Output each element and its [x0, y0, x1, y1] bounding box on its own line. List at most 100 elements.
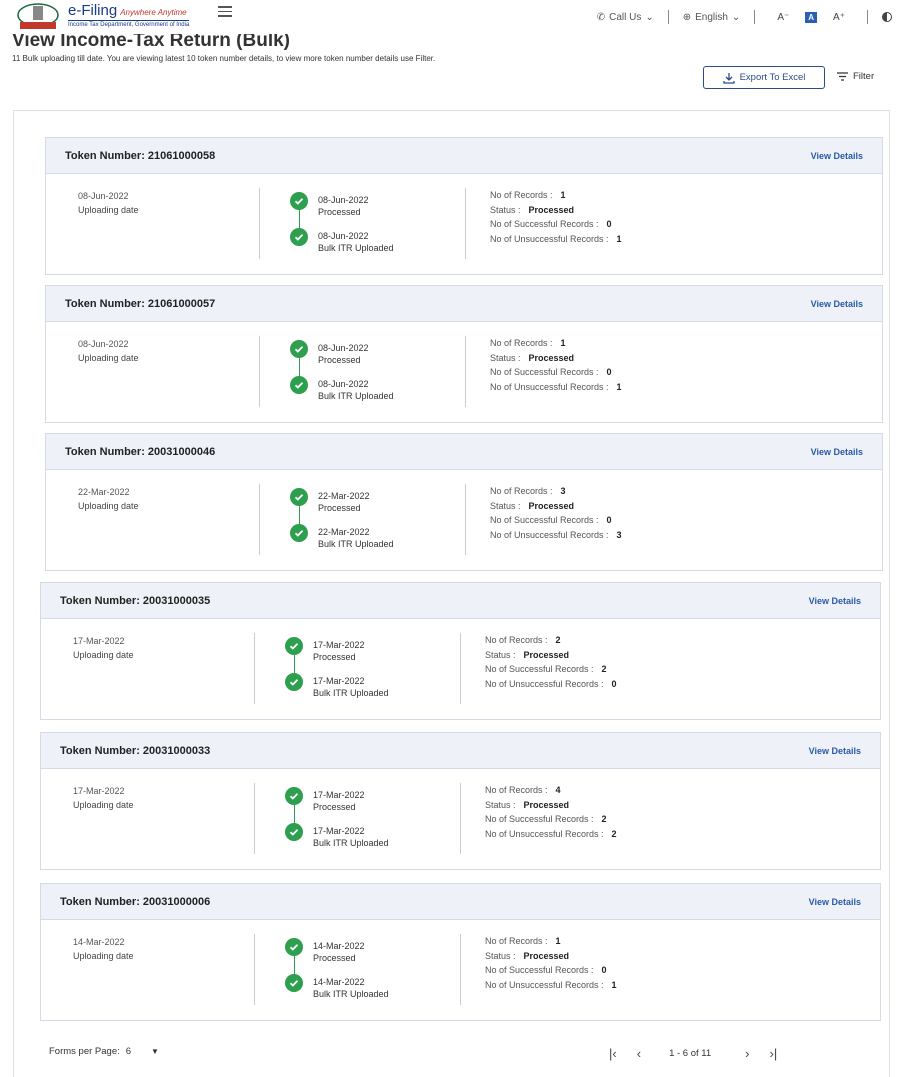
processed-label: Processed [313, 651, 365, 663]
export-label: Export To Excel [740, 72, 806, 83]
records-label: No of Records : [485, 635, 548, 645]
upload-date: 22-Mar-2022 [78, 485, 139, 499]
uploaded-label: Bulk ITR Uploaded [313, 988, 389, 1000]
uploaded-date: 17-Mar-2022 [313, 675, 389, 687]
token-card-body: 17-Mar-2022 Uploading date 17-Mar-2022 P… [41, 619, 880, 719]
check-circle-icon [285, 637, 303, 655]
call-us-label: Call Us [609, 12, 641, 23]
status-value: Processed [524, 800, 570, 810]
download-icon [723, 72, 735, 84]
prev-page-icon[interactable]: ‹ [637, 1046, 641, 1061]
records-label: No of Records : [490, 338, 553, 348]
successful-value: 0 [607, 515, 612, 525]
unsuccessful-value: 2 [612, 829, 617, 839]
status-value: Processed [529, 353, 575, 363]
check-circle-icon [290, 376, 308, 394]
brand-name: e-Filing [68, 2, 117, 19]
processed-date: 14-Mar-2022 [313, 940, 365, 952]
language-label: English [695, 12, 728, 23]
filter-button[interactable]: Filter [837, 71, 874, 82]
uploaded-label: Bulk ITR Uploaded [313, 687, 389, 699]
status-value: Processed [529, 205, 575, 215]
export-to-excel-button[interactable]: Export To Excel [703, 66, 825, 89]
check-circle-icon [290, 340, 308, 358]
view-details-link[interactable]: View Details [809, 897, 861, 907]
filter-icon [837, 72, 848, 81]
unsuccessful-label: No of Unsuccessful Records : [490, 382, 609, 392]
token-card: Token Number: 20031000035 View Details 1… [40, 582, 881, 720]
unsuccessful-value: 1 [617, 234, 622, 244]
successful-value: 2 [602, 664, 607, 674]
divider [754, 10, 755, 24]
token-card: Token Number: 20031000006 View Details 1… [40, 883, 881, 1021]
processed-date: 17-Mar-2022 [313, 639, 365, 651]
successful-value: 0 [607, 367, 612, 377]
token-card-header: Token Number: 21061000058 View Details [46, 138, 882, 174]
view-details-link[interactable]: View Details [811, 447, 863, 457]
view-details-link[interactable]: View Details [809, 596, 861, 606]
view-details-link[interactable]: View Details [809, 746, 861, 756]
processed-label: Processed [313, 801, 365, 813]
records-label: No of Records : [490, 190, 553, 200]
font-normal-button[interactable]: A [805, 12, 817, 23]
upload-date: 08-Jun-2022 [78, 189, 139, 203]
token-card-body: 22-Mar-2022 Uploading date 22-Mar-2022 P… [46, 470, 882, 570]
status-value: Processed [524, 650, 570, 660]
divider [259, 484, 260, 555]
divider [254, 934, 255, 1005]
records-label: No of Records : [485, 785, 548, 795]
token-number: Token Number: 20031000046 [65, 446, 215, 458]
token-card-body: 08-Jun-2022 Uploading date 08-Jun-2022 P… [46, 322, 882, 422]
unsuccessful-value: 1 [617, 382, 622, 392]
records-value: 1 [561, 338, 566, 348]
status-label: Status : [485, 800, 516, 810]
view-details-link[interactable]: View Details [811, 151, 863, 161]
language-menu[interactable]: ⊕ English ⌄ [683, 12, 741, 23]
upload-date-label: Uploading date [78, 203, 139, 217]
unsuccessful-label: No of Unsuccessful Records : [490, 530, 609, 540]
page-range: 1 - 6 of 11 [669, 1048, 711, 1059]
brand-logo[interactable]: e-FilingAnywhere Anytime Income Tax Depa… [68, 2, 189, 28]
upload-date-label: Uploading date [73, 949, 134, 963]
caret-down-icon[interactable]: ▼ [151, 1047, 159, 1056]
token-card-body: 17-Mar-2022 Uploading date 17-Mar-2022 P… [41, 769, 880, 869]
processed-date: 08-Jun-2022 [318, 342, 369, 354]
check-circle-icon [285, 974, 303, 992]
next-page-icon[interactable]: › [745, 1046, 749, 1061]
call-us-menu[interactable]: ✆ Call Us ⌄ [597, 12, 654, 23]
check-circle-icon [290, 488, 308, 506]
unsuccessful-value: 0 [612, 679, 617, 689]
processed-date: 08-Jun-2022 [318, 194, 369, 206]
top-header: e-FilingAnywhere Anytime Income Tax Depa… [0, 0, 922, 34]
font-increase-button[interactable]: A⁺ [833, 12, 845, 23]
divider [254, 633, 255, 704]
view-details-link[interactable]: View Details [811, 299, 863, 309]
processed-date: 17-Mar-2022 [313, 789, 365, 801]
unsuccessful-label: No of Unsuccessful Records : [485, 829, 604, 839]
upload-date-label: Uploading date [73, 798, 134, 812]
unsuccessful-value: 3 [617, 530, 622, 540]
last-page-icon[interactable]: ›| [769, 1046, 777, 1061]
uploaded-date: 08-Jun-2022 [318, 230, 394, 242]
records-value: 1 [561, 190, 566, 200]
upload-date-label: Uploading date [78, 499, 139, 513]
divider [465, 188, 466, 259]
uploaded-label: Bulk ITR Uploaded [318, 242, 394, 254]
token-card: Token Number: 21061000057 View Details 0… [45, 285, 883, 423]
upload-date: 08-Jun-2022 [78, 337, 139, 351]
first-page-icon[interactable]: |‹ [609, 1046, 617, 1061]
unsuccessful-label: No of Unsuccessful Records : [485, 980, 604, 990]
brand-tagline: Anywhere Anytime [120, 8, 186, 17]
successful-label: No of Successful Records : [485, 965, 594, 975]
check-circle-icon [285, 938, 303, 956]
check-circle-icon [290, 228, 308, 246]
forms-per-page-value[interactable]: 6 [126, 1046, 131, 1057]
page-subtitle: 11 Bulk uploading till date. You are vie… [12, 54, 435, 63]
successful-label: No of Successful Records : [490, 219, 599, 229]
unsuccessful-label: No of Unsuccessful Records : [485, 679, 604, 689]
font-decrease-button[interactable]: A⁻ [777, 12, 789, 23]
token-card: Token Number: 20031000033 View Details 1… [40, 732, 881, 870]
uploaded-date: 22-Mar-2022 [318, 526, 394, 538]
contrast-toggle-icon[interactable] [882, 12, 892, 22]
hamburger-menu-icon[interactable] [218, 6, 232, 16]
